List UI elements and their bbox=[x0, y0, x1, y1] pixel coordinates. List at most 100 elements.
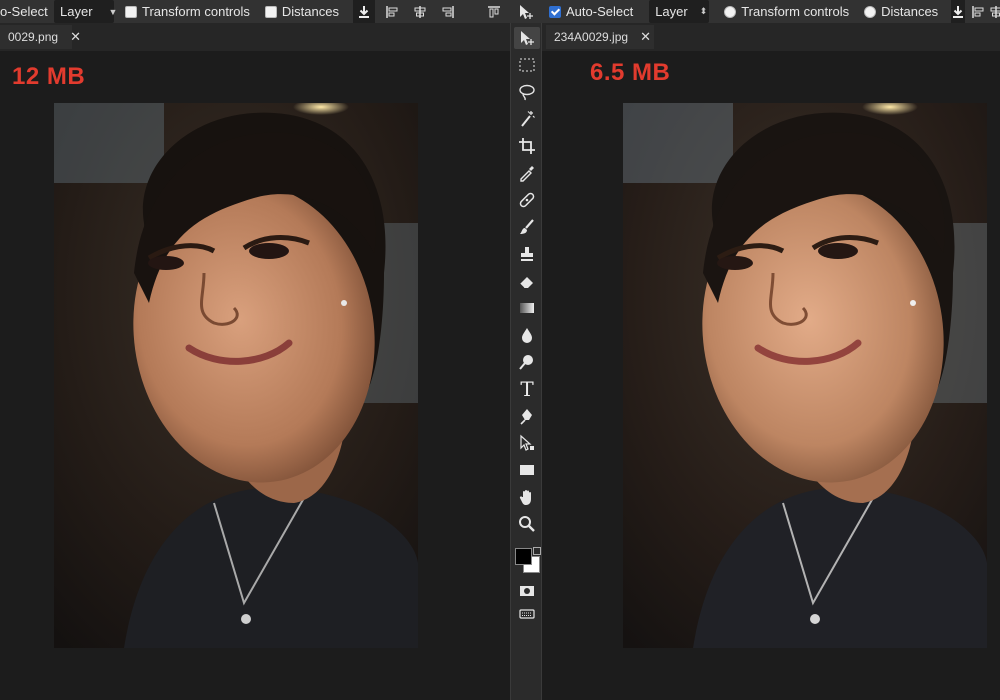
download-button[interactable] bbox=[352, 0, 375, 23]
left-transform-controls-checkbox[interactable]: Transform controls bbox=[125, 0, 250, 23]
tools-panel: T bbox=[510, 23, 542, 700]
type-tool[interactable]: T bbox=[514, 378, 540, 400]
dodge-tool[interactable] bbox=[514, 351, 540, 373]
move-tool[interactable] bbox=[514, 27, 540, 49]
left-document-window: o-Select Layer ▼ Transform controls Dist… bbox=[0, 0, 510, 700]
quick-mask-button[interactable] bbox=[514, 580, 540, 602]
right-tab-bar: 234A0029.jpg ✕ bbox=[542, 23, 1000, 51]
download-button[interactable] bbox=[951, 0, 966, 23]
eyedropper-icon bbox=[520, 166, 534, 182]
right-document-tab[interactable]: 234A0029.jpg ✕ bbox=[546, 25, 654, 49]
crop-tool[interactable] bbox=[514, 135, 540, 157]
align-left-icon bbox=[386, 5, 398, 18]
right-layer-dropdown[interactable]: Layer ⬍ bbox=[649, 0, 710, 23]
left-layer-dropdown[interactable]: Layer ▼ bbox=[54, 0, 117, 23]
bandage-icon bbox=[519, 192, 535, 208]
eraser-icon bbox=[519, 277, 533, 289]
align-top-icon bbox=[487, 5, 500, 17]
align-right-button[interactable] bbox=[437, 0, 459, 23]
magic-wand-icon bbox=[521, 111, 535, 127]
portrait-photo bbox=[54, 103, 418, 648]
healing-tool[interactable] bbox=[514, 189, 540, 211]
marquee-tool[interactable] bbox=[514, 54, 540, 76]
checkbox-icon[interactable] bbox=[724, 5, 737, 18]
brush-tool[interactable] bbox=[514, 216, 540, 238]
right-layer-dropdown-value: Layer bbox=[655, 4, 688, 19]
left-portrait-image bbox=[54, 103, 418, 648]
left-file-size-label: 12 MB bbox=[12, 63, 86, 90]
crop-icon bbox=[519, 138, 535, 154]
close-icon[interactable]: ✕ bbox=[70, 29, 81, 45]
color-swatches[interactable] bbox=[514, 547, 541, 573]
path-select-tool[interactable] bbox=[514, 432, 540, 454]
right-transform-controls-label: Transform controls bbox=[741, 4, 850, 19]
align-right-icon bbox=[442, 5, 454, 18]
align-left-button[interactable] bbox=[381, 0, 403, 23]
align-center-icon bbox=[414, 5, 426, 18]
quick-mask-icon bbox=[520, 586, 534, 596]
right-document-window: Auto-Select Layer ⬍ Transform controls D… bbox=[542, 0, 1000, 700]
align-center-button[interactable] bbox=[409, 0, 431, 23]
magic-wand-tool[interactable] bbox=[514, 108, 540, 130]
keyboard-icon bbox=[519, 609, 535, 619]
move-icon bbox=[521, 31, 534, 45]
download-icon bbox=[358, 5, 369, 18]
left-tab-bar: 0029.png ✕ bbox=[0, 23, 510, 51]
right-auto-select-checkbox[interactable]: Auto-Select bbox=[549, 0, 633, 23]
zoom-icon bbox=[519, 516, 535, 532]
type-icon: T bbox=[520, 377, 534, 401]
keyboard-button[interactable] bbox=[514, 603, 540, 625]
right-distances-checkbox[interactable]: Distances bbox=[864, 0, 938, 23]
left-options-bar: o-Select Layer ▼ Transform controls Dist… bbox=[0, 0, 510, 23]
left-layer-dropdown-value: Layer bbox=[60, 4, 93, 19]
checkbox-checked-icon[interactable] bbox=[549, 5, 561, 18]
swap-colors-icon[interactable] bbox=[533, 547, 541, 555]
move-arrow-icon bbox=[520, 4, 533, 19]
pen-icon bbox=[520, 409, 532, 425]
left-document-tab[interactable]: 0029.png ✕ bbox=[0, 25, 81, 49]
lasso-tool[interactable] bbox=[514, 81, 540, 103]
right-auto-select-label: Auto-Select bbox=[566, 4, 634, 19]
align-center-icon bbox=[990, 5, 1000, 18]
zoom-tool[interactable] bbox=[514, 513, 540, 535]
align-center-button[interactable] bbox=[989, 0, 1000, 23]
left-distances-checkbox[interactable]: Distances bbox=[264, 0, 339, 23]
right-tab-filename: 234A0029.jpg bbox=[554, 30, 629, 44]
eyedropper-tool[interactable] bbox=[514, 162, 540, 184]
pen-tool[interactable] bbox=[514, 405, 540, 427]
foreground-color-swatch[interactable] bbox=[515, 548, 532, 565]
right-options-bar: Auto-Select Layer ⬍ Transform controls D… bbox=[542, 0, 1000, 23]
download-icon bbox=[953, 5, 964, 18]
chevron-updown-icon: ⬍ bbox=[699, 6, 708, 16]
hand-tool[interactable] bbox=[514, 486, 540, 508]
right-distances-label: Distances bbox=[881, 4, 939, 19]
rectangle-icon bbox=[520, 465, 534, 475]
left-distances-label: Distances bbox=[281, 4, 339, 19]
path-select-icon bbox=[520, 434, 534, 451]
gradient-tool[interactable] bbox=[514, 297, 540, 319]
right-transform-controls-checkbox[interactable]: Transform controls bbox=[724, 0, 849, 23]
toolbar-top-arrow[interactable] bbox=[510, 0, 542, 23]
left-auto-select-label[interactable]: o-Select bbox=[0, 0, 48, 23]
drop-icon bbox=[522, 328, 532, 343]
align-left-button[interactable] bbox=[971, 0, 985, 23]
close-icon[interactable]: ✕ bbox=[640, 29, 651, 45]
chevron-down-icon: ▼ bbox=[108, 6, 118, 17]
marquee-icon bbox=[519, 58, 535, 72]
right-portrait-image bbox=[623, 103, 987, 648]
left-transform-controls-label: Transform controls bbox=[142, 4, 250, 19]
hand-icon bbox=[519, 490, 531, 505]
shape-tool[interactable] bbox=[514, 459, 540, 481]
left-tab-filename: 0029.png bbox=[8, 30, 59, 44]
eraser-tool[interactable] bbox=[514, 270, 540, 292]
gradient-icon bbox=[520, 303, 534, 313]
right-file-size-label: 6.5 MB bbox=[590, 59, 671, 86]
checkbox-icon[interactable] bbox=[264, 5, 277, 18]
blur-tool[interactable] bbox=[514, 324, 540, 346]
checkbox-icon[interactable] bbox=[864, 5, 877, 18]
stamp-tool[interactable] bbox=[514, 243, 540, 265]
brush-icon bbox=[520, 219, 534, 234]
align-top-button[interactable] bbox=[483, 0, 505, 23]
checkbox-icon[interactable] bbox=[125, 5, 137, 18]
portrait-photo bbox=[623, 103, 987, 648]
